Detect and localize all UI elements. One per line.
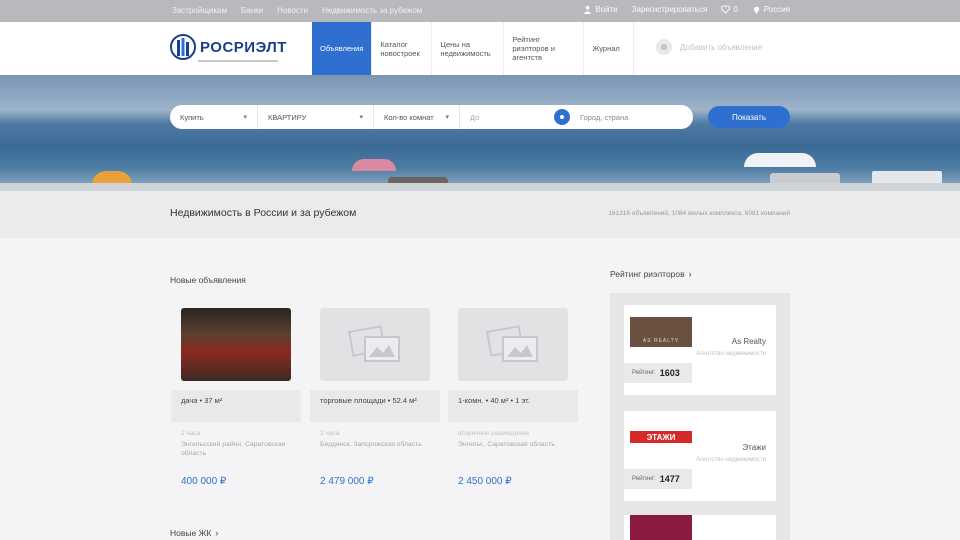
- realtor-rating-badge: Рейтинг: 1603: [624, 363, 692, 383]
- realtor-rating-title[interactable]: Рейтинг риэлторов ›: [610, 269, 692, 279]
- listing-card[interactable]: торговые площади • 52.4 м² 2 часа Бердян…: [310, 300, 440, 500]
- top-link-banks[interactable]: Банки: [241, 6, 263, 15]
- search-submit-button[interactable]: Показать: [708, 106, 790, 128]
- chevron-right-icon: ›: [688, 269, 692, 279]
- realtor-card[interactable]: [624, 515, 776, 540]
- top-links: Застройщикам Банки Новости Недвижимость …: [172, 6, 422, 15]
- new-complexes-title[interactable]: Новые ЖК ›: [170, 528, 218, 538]
- listing-photo[interactable]: [181, 308, 291, 381]
- site-logo[interactable]: РОСРИЭЛТ: [170, 34, 287, 62]
- umbrella-center: [352, 159, 396, 171]
- favorites-link[interactable]: 0: [721, 5, 738, 14]
- nav-item-journal[interactable]: Журнал: [584, 22, 635, 75]
- photo-placeholder-icon: [486, 324, 538, 362]
- listing-address: Энгельс, Саратовская область: [458, 441, 555, 448]
- listing-card[interactable]: 1-комн. • 40 м² • 1 эт. вторичное размещ…: [448, 300, 578, 500]
- top-link-developers[interactable]: Застройщикам: [172, 6, 227, 15]
- login-label: Войти: [595, 5, 618, 14]
- image-placeholder-icon[interactable]: [320, 308, 430, 381]
- listing-price: 2 479 000 ₽: [320, 476, 374, 487]
- realtor-rating-panel: AS REALTY As Realty Агентство недвижимос…: [610, 293, 790, 540]
- top-utility-bar: Застройщикам Банки Новости Недвижимость …: [0, 0, 960, 22]
- heart-icon: [721, 5, 731, 14]
- realtor-logo: ЭТАЖИ: [630, 431, 692, 443]
- realtor-name: Этажи: [742, 443, 766, 452]
- region-label: Россия: [763, 5, 790, 14]
- listing-price: 400 000 ₽: [181, 476, 227, 487]
- realtor-rating-badge: Рейтинг: 1477: [624, 469, 692, 489]
- photo-placeholder-icon: [348, 324, 400, 362]
- intro-strip: Недвижимость в России и за рубежом 16131…: [0, 191, 960, 238]
- deal-type-value: Купить: [180, 112, 204, 122]
- city-input[interactable]: Город, страна: [570, 113, 628, 122]
- register-link[interactable]: Зарегистрироваться: [632, 5, 708, 14]
- nav-item-new-buildings[interactable]: Каталог новостроек: [372, 22, 433, 75]
- realtor-logo: AS REALTY: [630, 317, 692, 347]
- realtor-type: Агентство недвижимости: [696, 351, 766, 357]
- listing-price: 2 450 000 ₽: [458, 476, 512, 487]
- hero-beach-banner: [0, 75, 960, 191]
- site-stats: 161316 объявлений, 1084 жилых комплекса,…: [608, 210, 790, 217]
- page-title: Недвижимость в России и за рубежом: [170, 207, 357, 219]
- listing-meta: 2 часа: [320, 430, 340, 437]
- nav-item-prices[interactable]: Цены на недвижимость: [432, 22, 505, 75]
- realtor-logo-text: ЭТАЖИ: [646, 432, 676, 442]
- favorites-count: 0: [733, 5, 738, 14]
- umbrella-right: [744, 153, 816, 167]
- realtor-logo-text: AS REALTY: [642, 338, 680, 344]
- rating-label: Рейтинг:: [632, 370, 656, 376]
- nav-item-realtor-rating[interactable]: Рейтинг риэлторов и агентств: [504, 22, 585, 75]
- price-to-input[interactable]: До: [460, 105, 550, 129]
- region-selector[interactable]: Россия: [752, 5, 790, 14]
- listing-meta: 2 часа: [181, 430, 201, 437]
- realtor-type: Агентство недвижимости: [696, 457, 766, 463]
- rooms-select[interactable]: Кол-во комнат ▾: [374, 105, 460, 129]
- logo-text: РОСРИЭЛТ: [200, 38, 287, 56]
- listing-address: Энгельсский район, Саратовская область: [181, 441, 286, 458]
- plus-icon: [656, 39, 672, 55]
- nav-item-listings[interactable]: Объявления: [312, 22, 373, 75]
- login-link[interactable]: Войти: [583, 5, 618, 14]
- chevron-down-icon: ▾: [359, 114, 363, 121]
- realtor-card[interactable]: ЭТАЖИ Этажи Агентство недвижимости Рейти…: [624, 411, 776, 501]
- new-complexes-label: Новые ЖК: [170, 528, 212, 538]
- listing-title: дача • 37 м²: [171, 390, 301, 422]
- main-nav: Объявления Каталог новостроек Цены на не…: [312, 22, 635, 75]
- deal-type-select[interactable]: Купить ▾: [170, 105, 258, 129]
- realtor-card[interactable]: AS REALTY As Realty Агентство недвижимос…: [624, 305, 776, 395]
- property-type-value: КВАРТИРУ: [268, 112, 307, 122]
- main-header: РОСРИЭЛТ Объявления Каталог новостроек Ц…: [0, 22, 960, 75]
- listing-address: Бердянск, Запорожская область: [320, 441, 422, 448]
- rating-value: 1603: [659, 368, 680, 378]
- top-user-area: Войти Зарегистрироваться 0 Россия: [583, 5, 790, 14]
- location-pin-icon: [753, 6, 759, 14]
- image-placeholder-icon[interactable]: [458, 308, 568, 381]
- add-listing-button[interactable]: Добавить объявление: [656, 39, 762, 55]
- rating-value: 1477: [659, 474, 680, 484]
- rating-label: Рейтинг:: [632, 476, 656, 482]
- price-to-placeholder: До: [470, 112, 480, 122]
- realtor-name: As Realty: [731, 337, 766, 346]
- add-listing-label: Добавить объявление: [680, 42, 763, 52]
- chevron-down-icon: ▾: [445, 114, 449, 121]
- listing-title: 1-комн. • 40 м² • 1 эт.: [448, 390, 578, 422]
- top-link-abroad[interactable]: Недвижимость за рубежом: [322, 6, 422, 15]
- beach-sand: [0, 183, 960, 191]
- top-link-news[interactable]: Новости: [277, 6, 308, 15]
- listing-card[interactable]: дача • 37 м² 2 часа Энгельсский район, С…: [171, 300, 301, 500]
- logo-tagline-line: [198, 60, 278, 62]
- chevron-right-icon: ›: [215, 528, 219, 538]
- geolocation-icon[interactable]: [554, 109, 570, 125]
- rooms-value: Кол-во комнат: [384, 112, 434, 122]
- search-bar: Купить ▾ КВАРТИРУ ▾ Кол-во комнат ▾ До Г…: [170, 105, 693, 129]
- listing-meta: вторичное размещение: [458, 430, 530, 437]
- user-icon: [584, 5, 592, 14]
- logo-mark-icon: [170, 34, 196, 60]
- chevron-down-icon: ▾: [243, 114, 247, 121]
- new-listings-title[interactable]: Новые объявления: [170, 275, 246, 285]
- realtor-logo: [630, 515, 692, 540]
- realtor-rating-label: Рейтинг риэлторов: [610, 269, 685, 279]
- listing-title: торговые площади • 52.4 м²: [310, 390, 440, 422]
- property-type-select[interactable]: КВАРТИРУ ▾: [258, 105, 374, 129]
